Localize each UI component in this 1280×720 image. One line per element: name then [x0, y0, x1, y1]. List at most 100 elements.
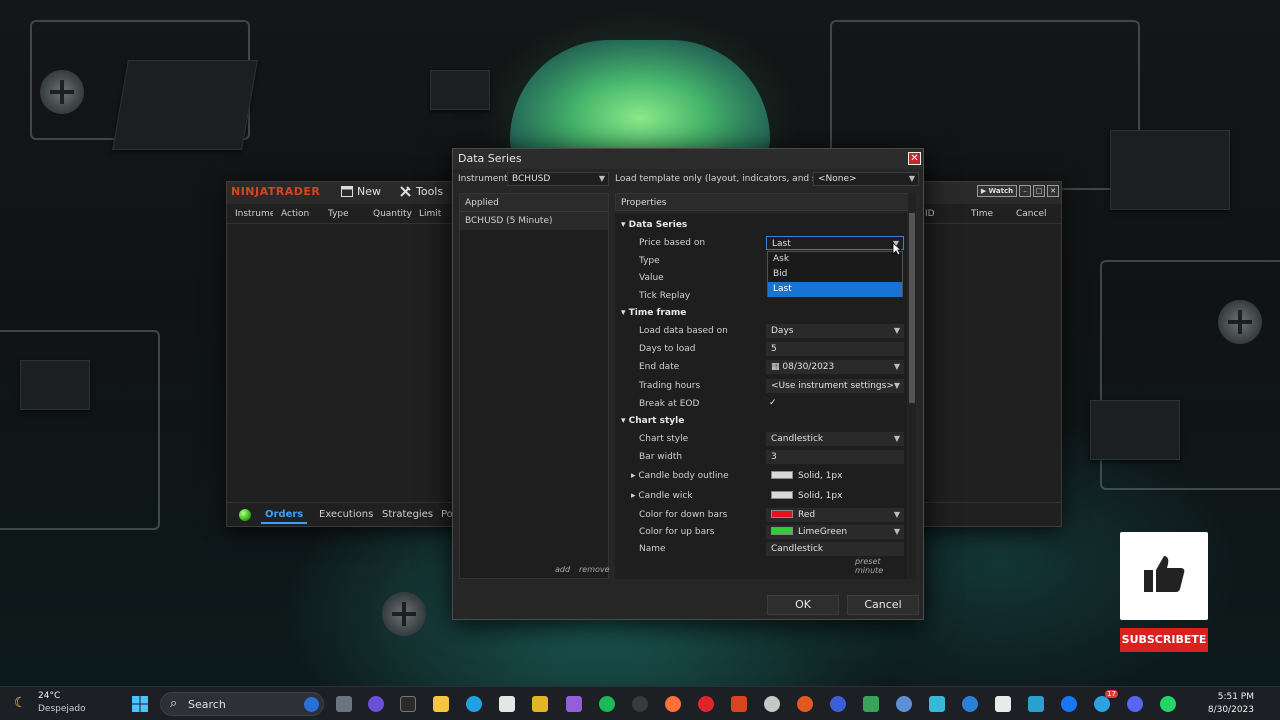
break-at-eod-checkbox[interactable]: ✓ [769, 398, 777, 408]
bar-width-input[interactable]: 3 [766, 450, 904, 464]
dropdown-option-bid[interactable]: Bid [768, 267, 902, 282]
edge-icon[interactable] [466, 696, 482, 712]
subscribe-button[interactable]: SUBSCRIBETE [1120, 628, 1208, 652]
chart-style-select[interactable]: Candlestick ▼ [766, 432, 904, 446]
price-based-on-dropdown[interactable]: Ask Bid Last [767, 251, 903, 297]
store-icon[interactable] [499, 696, 515, 712]
spotify-icon[interactable] [599, 696, 615, 712]
app-icon[interactable] [995, 696, 1011, 712]
chart-style-value: Candlestick [771, 434, 824, 444]
tab-orders[interactable]: Orders [261, 507, 308, 524]
column-header[interactable]: Quantity [373, 209, 412, 219]
add-link[interactable]: add [555, 565, 570, 574]
app-icon[interactable] [896, 696, 912, 712]
chip [430, 70, 490, 110]
whatsapp-icon[interactable] [1160, 696, 1176, 712]
chevron-down-icon: ▼ [893, 434, 900, 443]
ok-button[interactable]: OK [767, 595, 839, 615]
visual-studio-icon[interactable] [566, 696, 582, 712]
candle-body-outline-value[interactable]: Solid, 1px [766, 469, 904, 483]
data-series-dialog[interactable]: Data Series ✕ Instrument BCHUSD ▼ Load t… [452, 148, 924, 620]
end-date-picker[interactable]: ▦ 08/30/2023 ▼ [766, 360, 904, 374]
ninjatrader-taskbar-icon[interactable] [731, 696, 747, 712]
trading-hours-select[interactable]: <Use instrument settings> ▼ [766, 379, 904, 393]
file-explorer-icon[interactable] [433, 696, 449, 712]
tab-executions[interactable]: Executions [315, 507, 377, 522]
instrument-select[interactable]: BCHUSD ▼ [507, 172, 609, 186]
remove-link[interactable]: remove [579, 565, 610, 574]
app-icon[interactable] [1028, 696, 1044, 712]
shield-icon[interactable] [632, 696, 648, 712]
like-button[interactable] [1120, 532, 1208, 620]
weather-description[interactable]: Despejado [38, 704, 86, 714]
candle-wick-value[interactable]: Solid, 1px [766, 489, 904, 503]
column-header[interactable]: ID [925, 209, 935, 219]
tab-strategies[interactable]: Strategies [378, 507, 437, 522]
price-based-on-label: Price based on [639, 238, 706, 248]
column-header[interactable]: Type [328, 209, 349, 219]
name-input[interactable]: Candlestick [766, 542, 904, 556]
color-up-bars-select[interactable]: LimeGreen ▼ [766, 525, 904, 539]
app-icon[interactable] [863, 696, 879, 712]
opera-icon[interactable] [698, 696, 714, 712]
applied-item[interactable]: BCHUSD (5 Minute) [460, 212, 608, 230]
taskbar-search[interactable]: ⌕ Search [160, 692, 324, 716]
new-icon [341, 186, 353, 197]
section-time-frame[interactable]: ▾ Time frame [621, 308, 686, 318]
section-data-series[interactable]: ▾ Data Series [621, 220, 687, 230]
task-view-icon[interactable] [336, 696, 352, 712]
template-select[interactable]: <None> ▼ [813, 172, 919, 186]
minimize-button[interactable]: – [1019, 185, 1031, 197]
notepad-icon[interactable] [929, 696, 945, 712]
facebook-icon[interactable] [1061, 696, 1077, 712]
close-button[interactable]: ✕ [1047, 185, 1059, 197]
column-header[interactable]: Instrument [235, 209, 273, 219]
app-icon[interactable] [764, 696, 780, 712]
weather-temperature[interactable]: 24°C [38, 691, 60, 701]
discord-icon[interactable] [1127, 696, 1143, 712]
screw [40, 70, 84, 114]
preset-link[interactable]: preset minute [855, 557, 907, 575]
column-header[interactable]: Action [281, 209, 309, 219]
menu-new[interactable]: New [341, 185, 381, 198]
app-icon[interactable] [532, 696, 548, 712]
clock-date[interactable]: 8/30/2023 [1208, 705, 1254, 715]
chip [20, 360, 90, 410]
candle-wick-label[interactable]: ▸ Candle wick [631, 491, 693, 501]
candle-body-outline-text-value: Solid, 1px [798, 471, 843, 481]
weather-moon-icon[interactable]: ☾ [14, 695, 27, 711]
close-icon[interactable]: ✕ [908, 152, 921, 165]
maximize-button[interactable]: □ [1033, 185, 1045, 197]
type-label: Type [639, 256, 660, 266]
properties-scrollbar[interactable] [908, 193, 916, 579]
terminal-icon[interactable] [400, 696, 416, 712]
dropdown-option-last[interactable]: Last [768, 282, 902, 297]
scroll-thumb[interactable] [909, 213, 915, 403]
menu-tools[interactable]: Tools [399, 185, 443, 198]
value-label: Value [639, 273, 664, 283]
column-header[interactable]: Cancel [1016, 209, 1047, 219]
section-chart-style[interactable]: ▾ Chart style [621, 416, 684, 426]
firefox-icon[interactable] [665, 696, 681, 712]
column-header[interactable]: Limit [419, 209, 441, 219]
cancel-button[interactable]: Cancel [847, 595, 919, 615]
bar-width-label: Bar width [639, 452, 683, 462]
telegram-icon[interactable] [1094, 696, 1110, 712]
applied-panel: Applied BCHUSD (5 Minute) add remove [459, 193, 610, 579]
chip [112, 60, 258, 150]
candle-body-outline-label[interactable]: ▸ Candle body outline [631, 471, 729, 481]
price-based-on-select[interactable]: Last ▼ [766, 236, 904, 250]
watch-button[interactable]: ▶ Watch [977, 185, 1017, 197]
dialog-titlebar[interactable]: Data Series ✕ [453, 149, 923, 169]
color-down-bars-select[interactable]: Red ▼ [766, 508, 904, 522]
windows-start-icon[interactable] [132, 696, 148, 712]
teams-chat-icon[interactable] [368, 696, 384, 712]
lock-icon[interactable] [830, 696, 846, 712]
cloud-icon[interactable] [962, 696, 978, 712]
load-data-based-on-select[interactable]: Days ▼ [766, 324, 904, 338]
dropdown-option-ask[interactable]: Ask [768, 252, 902, 267]
column-header[interactable]: Time [971, 209, 993, 219]
days-to-load-input[interactable]: 5 [766, 342, 904, 356]
app-icon[interactable] [797, 696, 813, 712]
clock-time[interactable]: 5:51 PM [1218, 692, 1254, 702]
